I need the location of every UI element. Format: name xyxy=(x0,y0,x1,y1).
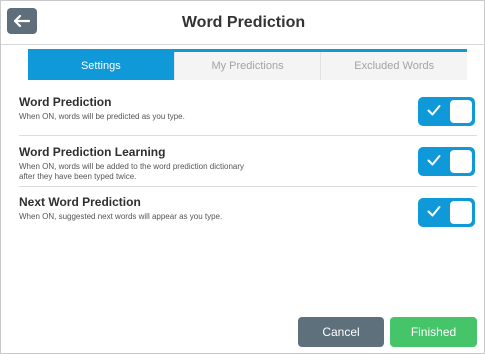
tab-excluded-words[interactable]: Excluded Words xyxy=(321,52,467,80)
setting-word-prediction-learning: Word Prediction Learning When ON, words … xyxy=(19,145,477,182)
checkmark-icon xyxy=(427,105,441,116)
toggle-knob xyxy=(450,150,472,173)
page-title: Word Prediction xyxy=(181,14,306,31)
setting-description: When ON, suggested next words will appea… xyxy=(19,212,223,221)
toggle-knob xyxy=(450,100,472,123)
setting-description: When ON, words will be predicted as you … xyxy=(19,112,185,121)
setting-word-prediction: Word Prediction When ON, words will be p… xyxy=(19,95,477,122)
header-bar: Word Prediction xyxy=(1,1,485,45)
checkmark-icon xyxy=(427,155,441,166)
word-prediction-learning-toggle[interactable] xyxy=(418,147,475,176)
setting-description: When ON, words will be added to the word… xyxy=(19,162,244,181)
next-word-prediction-toggle[interactable] xyxy=(418,198,475,227)
word-prediction-toggle[interactable] xyxy=(418,97,475,126)
checkmark-icon xyxy=(427,206,441,217)
tab-settings[interactable]: Settings xyxy=(28,52,175,80)
setting-name: Word Prediction Learning xyxy=(19,145,166,159)
toggle-knob xyxy=(450,201,472,224)
finished-button[interactable]: Finished xyxy=(390,317,477,347)
divider xyxy=(19,135,477,136)
cancel-button[interactable]: Cancel xyxy=(298,317,384,347)
setting-name: Next Word Prediction xyxy=(19,195,141,209)
divider xyxy=(19,186,477,187)
setting-name: Word Prediction xyxy=(19,95,112,109)
setting-next-word-prediction: Next Word Prediction When ON, suggested … xyxy=(19,195,477,222)
tab-bar: Settings My Predictions Excluded Words xyxy=(28,49,467,80)
dialog-window: Word Prediction Settings My Predictions … xyxy=(0,0,485,354)
tab-my-predictions[interactable]: My Predictions xyxy=(175,52,322,80)
